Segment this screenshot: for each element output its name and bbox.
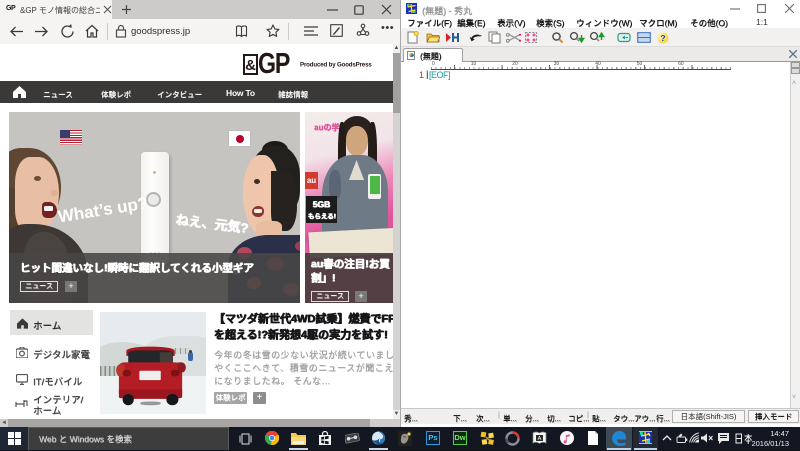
svg-text:?: ? — [660, 33, 665, 43]
svg-text:A: A — [538, 436, 542, 442]
